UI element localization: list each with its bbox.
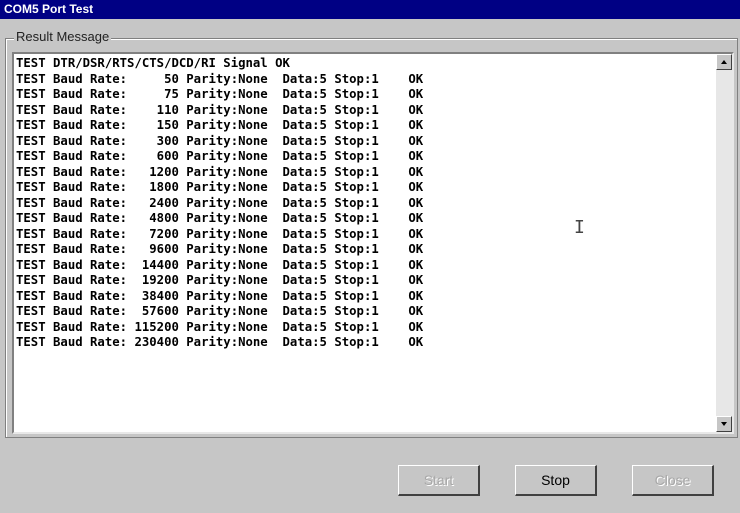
window-title: COM5 Port Test — [0, 0, 740, 19]
text-cursor-icon: I — [574, 217, 585, 238]
result-line: TEST Baud Rate: 19200 Parity:None Data:5… — [16, 273, 424, 287]
result-line: TEST Baud Rate: 150 Parity:None Data:5 S… — [16, 118, 424, 132]
result-line: TEST Baud Rate: 230400 Parity:None Data:… — [16, 335, 424, 349]
result-line: TEST Baud Rate: 115200 Parity:None Data:… — [16, 319, 424, 334]
port-test-window: COM5 Port Test Result Message TEST DTR/D… — [0, 0, 740, 513]
result-line: TEST Baud Rate: 600 Parity:None Data:5 S… — [16, 149, 424, 163]
result-line: TEST Baud Rate: 75 Parity:None Data:5 St… — [16, 87, 424, 101]
stop-button[interactable]: Stop — [515, 465, 597, 496]
result-line: TEST Baud Rate: 1800 Parity:None Data:5 … — [16, 180, 424, 194]
result-line: TEST Baud Rate: 50 Parity:None Data:5 St… — [16, 71, 424, 86]
result-line: TEST Baud Rate: 300 Parity:None Data:5 S… — [16, 133, 424, 148]
result-line: TEST Baud Rate: 57600 Parity:None Data:5… — [16, 304, 424, 318]
result-line: TEST Baud Rate: 7200 Parity:None Data:5 … — [16, 226, 424, 241]
scroll-up-arrow-icon — [721, 60, 727, 64]
result-line: TEST Baud Rate: 4800 Parity:None Data:5 … — [16, 211, 424, 225]
scroll-down-button[interactable] — [716, 416, 732, 432]
result-line: TEST Baud Rate: 14400 Parity:None Data:5… — [16, 257, 424, 272]
result-message-label: Result Message — [14, 29, 112, 45]
result-line: TEST Baud Rate: 110 Parity:None Data:5 S… — [16, 102, 424, 117]
vertical-scrollbar[interactable] — [716, 54, 732, 432]
close-button[interactable]: Close — [632, 465, 714, 496]
result-line: TEST Baud Rate: 38400 Parity:None Data:5… — [16, 288, 424, 303]
result-message-output[interactable]: TEST DTR/DSR/RTS/CTS/DCD/RI Signal OK TES… — [12, 52, 734, 434]
start-button[interactable]: Start — [398, 465, 480, 496]
result-line: TEST DTR/DSR/RTS/CTS/DCD/RI Signal OK — [16, 56, 290, 70]
scroll-up-button[interactable] — [716, 54, 732, 70]
scroll-down-arrow-icon — [721, 422, 727, 426]
result-line: TEST Baud Rate: 2400 Parity:None Data:5 … — [16, 195, 424, 210]
result-line: TEST Baud Rate: 9600 Parity:None Data:5 … — [16, 242, 424, 256]
result-line: TEST Baud Rate: 1200 Parity:None Data:5 … — [16, 164, 424, 179]
result-lines: TEST DTR/DSR/RTS/CTS/DCD/RI Signal OK TES… — [16, 56, 706, 426]
